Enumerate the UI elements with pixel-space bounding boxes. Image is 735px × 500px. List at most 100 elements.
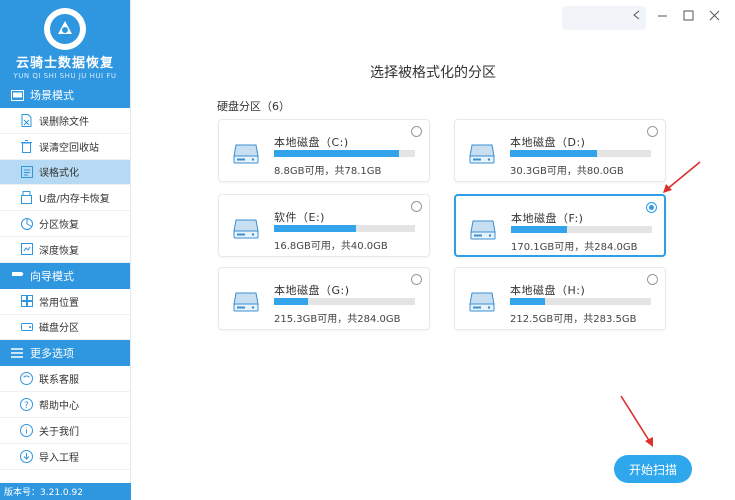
sidebar-item-label: 常用位置 <box>39 297 79 309</box>
info-icon <box>20 423 33 437</box>
partition-name: 本地磁盘（G:) <box>274 284 350 297</box>
sidebar-item-usb-card[interactable]: U盘/内存卡恢复 <box>0 185 130 212</box>
customer-service-icon <box>20 372 33 386</box>
menu-icon[interactable] <box>629 8 643 22</box>
delete-file-icon <box>20 113 33 127</box>
hard-disk-icon <box>233 217 259 243</box>
start-scan-button[interactable]: 开始扫描 <box>614 455 692 483</box>
sidebar-item-label: 导入工程 <box>39 452 79 464</box>
section-scene-mode: 场景模式 <box>0 82 130 108</box>
hard-disk-icon <box>233 290 259 316</box>
sidebar-item-deleted-files[interactable]: 误删除文件 <box>0 108 130 134</box>
wizard-icon <box>10 269 24 283</box>
partition-card[interactable]: 本地磁盘（H:) 212.5GB可用，共283.5GB <box>454 267 666 330</box>
page-title: 选择被格式化的分区 <box>370 65 496 81</box>
window-controls <box>629 8 721 22</box>
usage-bar-fill <box>274 298 308 305</box>
usage-bar <box>274 150 415 157</box>
partition-group-label: 硬盘分区（6） <box>217 100 290 113</box>
partition-capacity: 30.3GB可用，共80.0GB <box>510 166 624 177</box>
usb-icon <box>20 191 33 205</box>
logo-area: 云骑士数据恢复 YUN QI SHI SHU JU HUI FU <box>0 0 130 82</box>
partition-capacity: 8.8GB可用，共78.1GB <box>274 166 382 177</box>
section-title: 向导模式 <box>30 269 74 283</box>
partition-name: 本地磁盘（D:) <box>510 136 586 149</box>
usage-bar-fill <box>510 298 546 305</box>
partition-radio[interactable] <box>646 202 657 213</box>
sidebar-item-help-center[interactable]: ? 帮助中心 <box>0 392 130 418</box>
partition-card[interactable]: 本地磁盘（D:) 30.3GB可用，共80.0GB <box>454 119 666 182</box>
sidebar-item-label: 分区恢复 <box>39 220 79 232</box>
partition-radio[interactable] <box>411 126 422 137</box>
sidebar-item-format[interactable]: 误格式化 <box>0 159 130 186</box>
usage-bar <box>274 298 415 305</box>
usage-bar-fill <box>510 150 598 157</box>
usage-bar <box>510 150 651 157</box>
partition-name: 软件（E:) <box>274 211 325 224</box>
recycle-bin-icon <box>20 139 33 153</box>
partition-card[interactable]: 本地磁盘（C:) 8.8GB可用，共78.1GB <box>218 119 430 182</box>
section-title: 场景模式 <box>30 89 74 102</box>
scene-icon <box>10 88 24 102</box>
partition-capacity: 16.8GB可用，共40.0GB <box>274 241 388 252</box>
hard-disk-icon <box>233 142 259 168</box>
partition-capacity: 212.5GB可用，共283.5GB <box>510 314 637 325</box>
sidebar-item-about-us[interactable]: 关于我们 <box>0 418 130 444</box>
app-subtitle: YUN QI SHI SHU JU HUI FU <box>13 72 117 80</box>
usage-bar-fill <box>511 226 568 233</box>
sidebar-item-common-locations[interactable]: 常用位置 <box>0 289 130 315</box>
partition-radio[interactable] <box>647 274 658 285</box>
sidebar-item-disk-partition[interactable]: 磁盘分区 <box>0 315 130 341</box>
partition-card[interactable]: 本地磁盘（F:) 170.1GB可用，共284.0GB <box>454 194 666 257</box>
sidebar-item-recycle-bin[interactable]: 误清空回收站 <box>0 134 130 160</box>
disk-partition-icon <box>20 320 33 333</box>
svg-text:?: ? <box>24 401 29 411</box>
sidebar-item-label: 误清空回收站 <box>39 142 99 154</box>
sidebar-item-label: U盘/内存卡恢复 <box>39 194 110 206</box>
version-label: 版本号：3.21.0.92 <box>0 483 131 500</box>
annotation-arrow-to-scan <box>620 395 653 447</box>
sidebar-item-label: 误格式化 <box>39 168 79 180</box>
sidebar-item-label: 深度恢复 <box>39 245 79 257</box>
common-location-icon <box>20 295 33 308</box>
section-wizard-mode: 向导模式 <box>0 262 130 289</box>
usage-bar <box>274 225 415 232</box>
partition-card[interactable]: 软件（E:) 16.8GB可用，共40.0GB <box>218 194 430 257</box>
sidebar-item-label: 磁盘分区 <box>39 323 79 335</box>
section-more-options: 更多选项 <box>0 340 130 367</box>
sidebar-item-label: 关于我们 <box>39 426 79 438</box>
usage-bar <box>510 298 651 305</box>
hard-disk-icon <box>470 218 496 244</box>
import-icon <box>20 449 33 463</box>
menu-icon <box>10 346 24 360</box>
partition-name: 本地磁盘（F:) <box>511 212 584 225</box>
partition-card[interactable]: 本地磁盘（G:) 215.3GB可用，共284.0GB <box>218 267 430 330</box>
partition-capacity: 170.1GB可用，共284.0GB <box>511 242 638 253</box>
hard-disk-icon <box>469 290 495 316</box>
usage-bar-fill <box>274 150 400 157</box>
partition-radio[interactable] <box>647 126 658 137</box>
deep-scan-icon <box>20 243 33 256</box>
partition-capacity: 215.3GB可用，共284.0GB <box>274 314 401 325</box>
section-title: 更多选项 <box>30 347 74 361</box>
sidebar-item-label: 帮助中心 <box>39 401 79 413</box>
annotation-arrow-to-partition <box>663 161 701 193</box>
partition-name: 本地磁盘（H:) <box>510 284 586 297</box>
sidebar: 云骑士数据恢复 YUN QI SHI SHU JU HUI FU 场景模式 误删… <box>0 0 131 500</box>
sidebar-item-label: 误删除文件 <box>39 116 89 128</box>
sidebar-item-partition-recovery[interactable]: 分区恢复 <box>0 211 130 237</box>
partition-name: 本地磁盘（C:) <box>274 136 349 149</box>
maximize-icon[interactable] <box>681 8 695 22</box>
partition-radio[interactable] <box>411 274 422 285</box>
partition-radio[interactable] <box>411 201 422 212</box>
close-icon[interactable] <box>707 8 721 22</box>
sidebar-item-deep-recovery[interactable]: 深度恢复 <box>0 237 130 263</box>
usage-bar-fill <box>274 225 356 232</box>
sidebar-item-contact-support[interactable]: 联系客服 <box>0 366 130 393</box>
format-icon <box>20 165 33 178</box>
minimize-icon[interactable] <box>655 8 669 22</box>
app-logo-icon <box>44 8 86 50</box>
sidebar-item-label: 联系客服 <box>39 375 79 387</box>
help-icon: ? <box>20 398 33 412</box>
sidebar-item-import-project[interactable]: 导入工程 <box>0 444 130 470</box>
